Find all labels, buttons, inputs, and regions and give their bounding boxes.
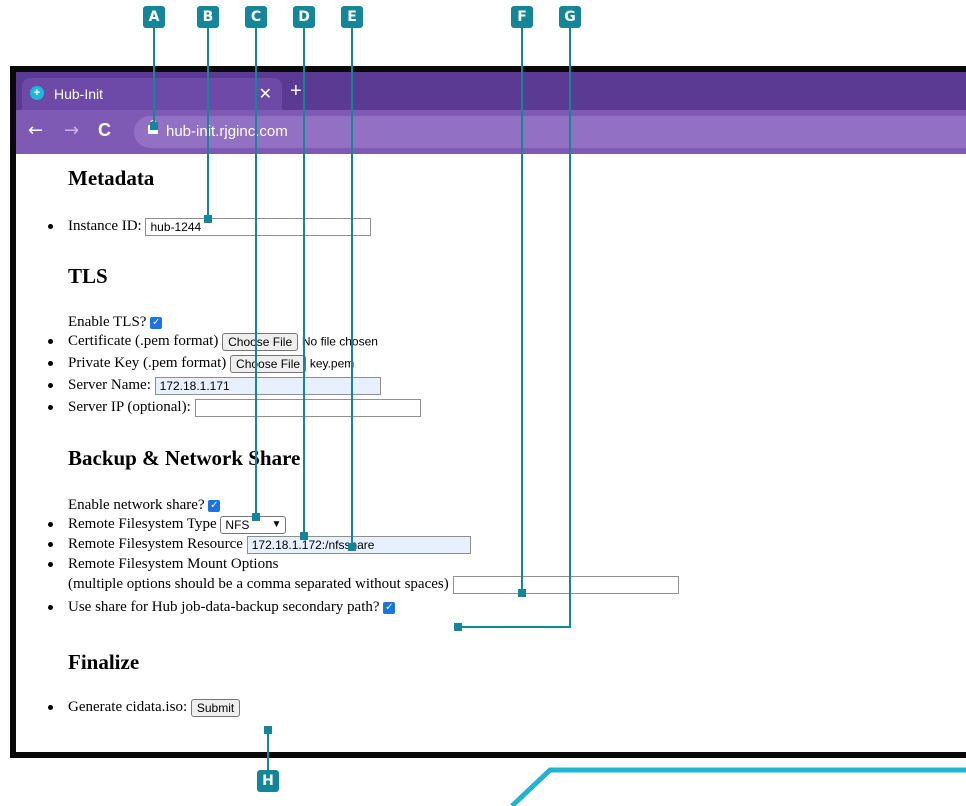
certificate-choose-file-button[interactable]: Choose File (222, 332, 299, 351)
bullet (48, 605, 53, 610)
instance-id-input[interactable] (145, 217, 372, 236)
bullet (48, 383, 53, 388)
back-icon[interactable]: ← (28, 120, 43, 141)
reload-icon[interactable]: C (98, 120, 111, 141)
decorative-accent-line (510, 767, 966, 806)
server-name-row: Server Name: (68, 375, 381, 395)
certificate-label: Certificate (.pem format) (68, 333, 219, 349)
callout-h: H (257, 770, 279, 792)
fs-type-row: Remote Filesystem Type NFS ▼ (68, 514, 287, 534)
callout-c: C (245, 6, 267, 28)
tab-bar: + Hub-Init ✕ + (16, 72, 966, 110)
bullet (48, 339, 53, 344)
enable-network-share-checkbox[interactable]: ✓ (208, 499, 221, 512)
certificate-file-name: No file chosen (301, 334, 378, 349)
forward-icon[interactable]: → (64, 120, 79, 141)
mount-options-row: (multiple options should be a comma sepa… (68, 574, 679, 594)
browser-tab[interactable]: + Hub-Init ✕ (22, 78, 282, 110)
instance-id-row: Instance ID: (68, 216, 372, 236)
certificate-row: Certificate (.pem format) Choose File No… (68, 331, 378, 351)
bullet (48, 522, 53, 527)
callout-d: D (293, 6, 315, 28)
submit-button[interactable]: Submit (190, 698, 241, 717)
finalize-heading: Finalize (68, 650, 140, 674)
server-ip-input[interactable] (194, 398, 421, 417)
mount-options-input[interactable] (452, 575, 679, 594)
private-key-label: Private Key (.pem format) (68, 355, 227, 371)
enable-tls-checkbox[interactable]: ✓ (150, 316, 163, 329)
server-ip-label: Server IP (optional): (68, 399, 191, 415)
enable-network-share-row: Enable network share? ✓ (68, 495, 221, 515)
enable-tls-label: Enable TLS? (68, 314, 147, 330)
mount-options-hint: (multiple options should be a comma sepa… (68, 576, 449, 592)
callout-e: E (341, 6, 363, 28)
mount-options-label: Remote Filesystem Mount Options (68, 556, 279, 572)
metadata-heading: Metadata (68, 166, 155, 190)
chevron-down-icon: ▼ (271, 518, 282, 530)
bullet (48, 224, 53, 229)
server-name-label: Server Name: (68, 377, 151, 393)
browser-window: + Hub-Init ✕ + ← → C hub-init.rjginc.com… (10, 66, 966, 758)
secondary-path-row: Use share for Hub job-data-backup second… (68, 597, 396, 617)
mount-options-label-row: Remote Filesystem Mount Options (68, 554, 278, 574)
bullet (48, 562, 53, 567)
secondary-path-checkbox[interactable]: ✓ (383, 601, 396, 614)
page-content: Metadata Instance ID: TLS Enable TLS? ✓ … (16, 154, 966, 752)
callout-b: B (197, 6, 219, 28)
address-bar[interactable]: hub-init.rjginc.com (134, 116, 966, 148)
fs-type-value: NFS (225, 517, 250, 532)
bullet (48, 405, 53, 410)
browser-toolbar: ← → C hub-init.rjginc.com (16, 110, 966, 154)
fs-resource-label: Remote Filesystem Resource (68, 536, 243, 552)
tab-title: Hub-Init (54, 86, 104, 102)
private-key-choose-file-button[interactable]: Choose File (230, 354, 307, 373)
generate-row: Generate cidata.iso: Submit (68, 697, 241, 717)
enable-network-share-label: Enable network share? (68, 497, 205, 513)
callout-a: A (143, 6, 165, 28)
bullet (48, 542, 53, 547)
server-ip-row: Server IP (optional): (68, 397, 421, 417)
instance-id-label: Instance ID: (68, 218, 142, 234)
url-text[interactable]: hub-init.rjginc.com (166, 123, 288, 140)
secondary-path-label: Use share for Hub job-data-backup second… (68, 599, 380, 615)
lock-icon[interactable] (148, 120, 158, 134)
new-tab-icon[interactable]: + (290, 80, 302, 103)
backup-heading: Backup & Network Share (68, 446, 301, 470)
fs-resource-input[interactable] (246, 535, 471, 554)
close-icon[interactable]: ✕ (259, 84, 272, 104)
private-key-row: Private Key (.pem format) Choose File ke… (68, 353, 354, 373)
callout-g: G (559, 6, 581, 28)
fs-resource-row: Remote Filesystem Resource (68, 534, 471, 554)
bullet (48, 705, 53, 710)
fs-type-select[interactable]: NFS ▼ (220, 515, 287, 534)
server-name-input[interactable] (154, 376, 381, 395)
callout-f: F (511, 6, 533, 28)
bullet (48, 361, 53, 366)
private-key-file-name: key.pem (309, 356, 355, 371)
tls-heading: TLS (68, 264, 108, 288)
favicon-icon: + (30, 86, 44, 100)
enable-tls-row: Enable TLS? ✓ (68, 312, 163, 332)
generate-label: Generate cidata.iso: (68, 699, 188, 715)
fs-type-label: Remote Filesystem Type (68, 516, 217, 532)
